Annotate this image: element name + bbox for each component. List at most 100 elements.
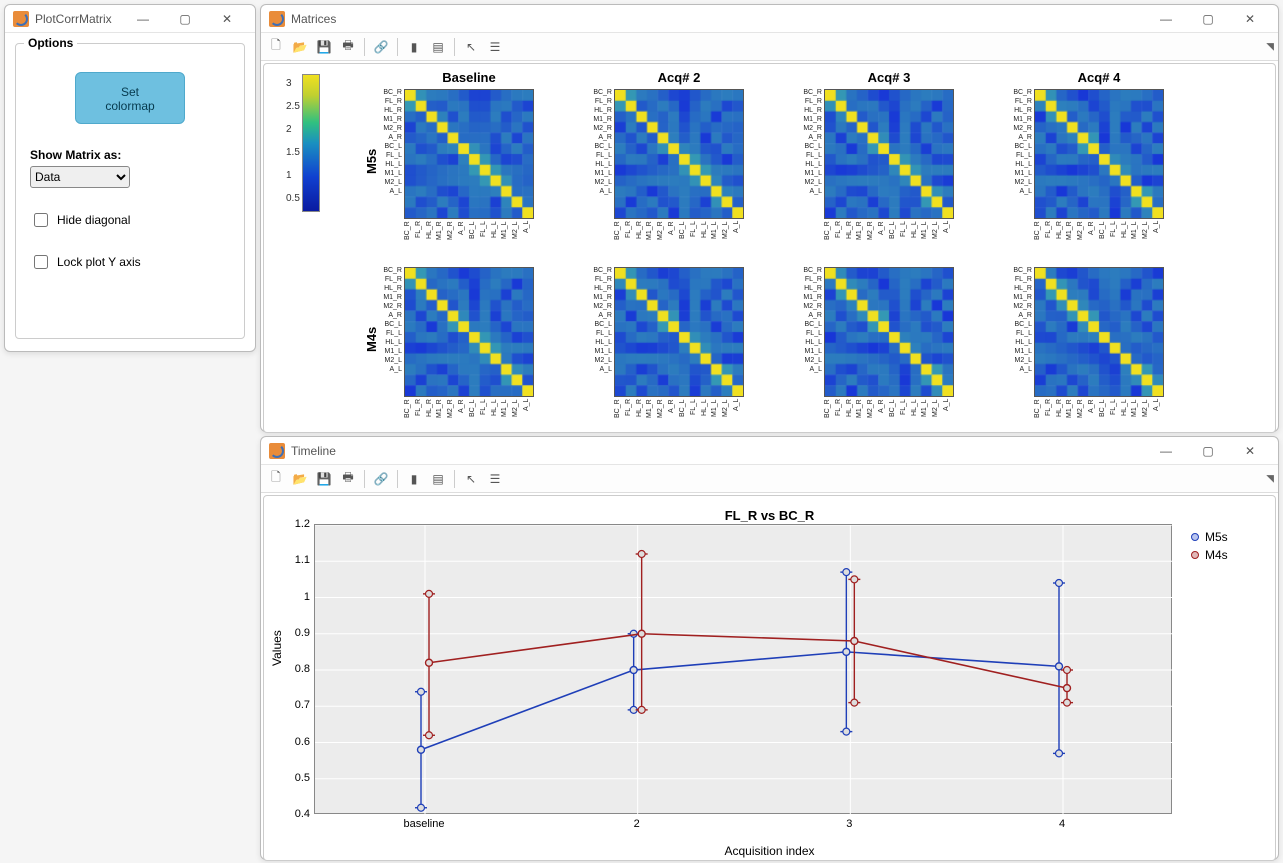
window-matrices: Matrices — ▢ ✕ 🗋 📂 💾 🖶 🔗 ▮ ▤ ↖ ☰ ◥ 32.52… — [260, 4, 1279, 432]
options-panel: Options Set colormap Show Matrix as: Dat… — [15, 43, 245, 339]
set-colormap-button[interactable]: Set colormap — [75, 72, 185, 124]
hide-diagonal-checkbox[interactable] — [34, 213, 48, 227]
edit-plot-icon[interactable]: ↖ — [460, 36, 482, 58]
matrix-x-ticks: BC_RFL_RHL_RM1_RM2_RA_RBC_LFL_LHL_LM1_LM… — [404, 399, 534, 421]
y-tick-label: 0.5 — [286, 772, 310, 784]
minimize-button[interactable]: — — [1146, 440, 1186, 462]
correlation-matrix[interactable] — [1034, 267, 1164, 397]
x-tick-label: baseline — [404, 818, 445, 830]
y-tick-label: 1.1 — [286, 554, 310, 566]
timeline-figure-area[interactable]: FL_R vs BC_R Values Acquisition index M5… — [263, 495, 1276, 861]
matrix-x-ticks: BC_RFL_RHL_RM1_RM2_RA_RBC_LFL_LHL_LM1_LM… — [1034, 399, 1164, 421]
insert-colorbar-icon[interactable]: ▮ — [403, 36, 425, 58]
print-icon[interactable]: 🖶 — [337, 468, 359, 490]
window-timeline: Timeline — ▢ ✕ 🗋 📂 💾 🖶 🔗 ▮ ▤ ↖ ☰ ◥ FL_R … — [260, 436, 1279, 860]
legend[interactable]: M5s M4s — [1185, 524, 1265, 568]
link-icon[interactable]: 🔗 — [370, 36, 392, 58]
show-matrix-as-label: Show Matrix as: — [30, 148, 230, 162]
open-icon[interactable]: 📂 — [289, 36, 311, 58]
insert-colorbar-icon[interactable]: ▮ — [403, 468, 425, 490]
lock-y-label: Lock plot Y axis — [57, 255, 141, 269]
matrices-figure-area[interactable]: 32.521.510.5 BaselineAcq# 2Acq# 3Acq# 4M… — [263, 63, 1276, 433]
close-button[interactable]: ✕ — [1230, 440, 1270, 462]
app-icon — [13, 11, 29, 27]
titlebar[interactable]: Timeline — ▢ ✕ — [261, 437, 1278, 465]
legend-label: M4s — [1205, 548, 1228, 562]
legend-entry: M5s — [1191, 528, 1259, 546]
plot-area[interactable] — [314, 524, 1172, 814]
matrix-x-ticks: BC_RFL_RHL_RM1_RM2_RA_RBC_LFL_LHL_LM1_LM… — [614, 399, 744, 421]
column-title: Acq# 3 — [809, 70, 969, 85]
matrix-y-ticks: BC_RFL_RHL_RM1_RM2_RA_RBC_LFL_LHL_LM1_LM… — [1010, 89, 1032, 197]
toolbar-separator — [364, 38, 365, 56]
y-tick-label: 0.9 — [286, 627, 310, 639]
window-title: Timeline — [291, 444, 1146, 458]
legend-marker-icon — [1191, 533, 1199, 541]
correlation-matrix[interactable] — [824, 89, 954, 219]
toolbar-overflow-icon[interactable]: ◥ — [1266, 473, 1274, 484]
hide-diagonal-row[interactable]: Hide diagonal — [30, 210, 230, 230]
toolbar-separator — [454, 470, 455, 488]
row-label: M5s — [364, 149, 379, 174]
matrix-y-ticks: BC_RFL_RHL_RM1_RM2_RA_RBC_LFL_LHL_LM1_LM… — [380, 267, 402, 375]
figure-toolbar: 🗋 📂 💾 🖶 🔗 ▮ ▤ ↖ ☰ ◥ — [261, 33, 1278, 61]
maximize-button[interactable]: ▢ — [165, 8, 205, 30]
titlebar[interactable]: Matrices — ▢ ✕ — [261, 5, 1278, 33]
y-axis-label: Values — [270, 630, 284, 666]
column-title: Baseline — [389, 70, 549, 85]
x-tick-label: 2 — [634, 818, 640, 830]
save-icon[interactable]: 💾 — [313, 36, 335, 58]
matrix-y-ticks: BC_RFL_RHL_RM1_RM2_RA_RBC_LFL_LHL_LM1_LM… — [800, 267, 822, 375]
matrix-x-ticks: BC_RFL_RHL_RM1_RM2_RA_RBC_LFL_LHL_LM1_LM… — [1034, 221, 1164, 243]
insert-legend-icon[interactable]: ▤ — [427, 468, 449, 490]
insert-legend-icon[interactable]: ▤ — [427, 36, 449, 58]
set-colormap-line1: Set — [121, 85, 139, 99]
matrix-y-ticks: BC_RFL_RHL_RM1_RM2_RA_RBC_LFL_LHL_LM1_LM… — [590, 267, 612, 375]
maximize-button[interactable]: ▢ — [1188, 8, 1228, 30]
window-plotcorrmatrix: PlotCorrMatrix — ▢ ✕ Options Set colorma… — [4, 4, 256, 352]
y-tick-label: 0.4 — [286, 808, 310, 820]
toolbar-separator — [397, 470, 398, 488]
hide-diagonal-label: Hide diagonal — [57, 213, 130, 227]
correlation-matrix[interactable] — [404, 89, 534, 219]
minimize-button[interactable]: — — [123, 8, 163, 30]
app-icon — [269, 11, 285, 27]
lock-y-checkbox[interactable] — [34, 255, 48, 269]
link-icon[interactable]: 🔗 — [370, 468, 392, 490]
correlation-matrix[interactable] — [614, 267, 744, 397]
lock-y-row[interactable]: Lock plot Y axis — [30, 252, 230, 272]
correlation-matrix[interactable] — [614, 89, 744, 219]
close-button[interactable]: ✕ — [1230, 8, 1270, 30]
toolbar-overflow-icon[interactable]: ◥ — [1266, 41, 1274, 52]
save-icon[interactable]: 💾 — [313, 468, 335, 490]
open-icon[interactable]: 📂 — [289, 468, 311, 490]
matrix-y-ticks: BC_RFL_RHL_RM1_RM2_RA_RBC_LFL_LHL_LM1_LM… — [800, 89, 822, 197]
window-title: Matrices — [291, 12, 1146, 26]
legend-label: M5s — [1205, 530, 1228, 544]
open-property-inspector-icon[interactable]: ☰ — [484, 36, 506, 58]
matrix-y-ticks: BC_RFL_RHL_RM1_RM2_RA_RBC_LFL_LHL_LM1_LM… — [590, 89, 612, 197]
legend-entry: M4s — [1191, 546, 1259, 564]
close-button[interactable]: ✕ — [207, 8, 247, 30]
set-colormap-line2: colormap — [105, 99, 154, 113]
x-tick-label: 4 — [1059, 818, 1065, 830]
correlation-matrix[interactable] — [404, 267, 534, 397]
app-icon — [269, 443, 285, 459]
show-matrix-as-select[interactable]: Data — [30, 166, 130, 188]
minimize-button[interactable]: — — [1146, 8, 1186, 30]
new-figure-icon[interactable]: 🗋 — [265, 468, 287, 490]
correlation-matrix[interactable] — [824, 267, 954, 397]
new-figure-icon[interactable]: 🗋 — [265, 36, 287, 58]
open-property-inspector-icon[interactable]: ☰ — [484, 468, 506, 490]
toolbar-separator — [454, 38, 455, 56]
y-tick-label: 0.8 — [286, 663, 310, 675]
window-title: PlotCorrMatrix — [35, 12, 123, 26]
maximize-button[interactable]: ▢ — [1188, 440, 1228, 462]
titlebar[interactable]: PlotCorrMatrix — ▢ ✕ — [5, 5, 255, 33]
y-tick-label: 1 — [286, 591, 310, 603]
y-tick-label: 0.6 — [286, 736, 310, 748]
edit-plot-icon[interactable]: ↖ — [460, 468, 482, 490]
x-tick-label: 3 — [846, 818, 852, 830]
correlation-matrix[interactable] — [1034, 89, 1164, 219]
print-icon[interactable]: 🖶 — [337, 36, 359, 58]
